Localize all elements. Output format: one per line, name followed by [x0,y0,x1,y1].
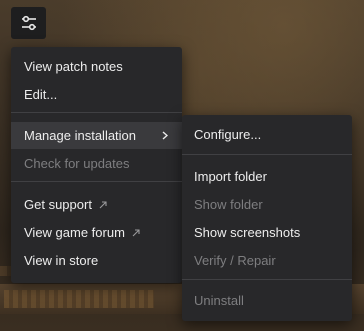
menu-item-get-support[interactable]: Get support [11,191,182,218]
background-sign [4,290,154,308]
chevron-right-icon [162,131,168,140]
menu-separator [11,112,182,113]
menu-separator [182,279,352,280]
menu-item-show-screenshots[interactable]: Show screenshots [182,219,352,246]
settings-menu-button[interactable] [11,7,46,39]
menu-item-label: Verify / Repair [194,253,276,268]
menu-item-uninstall: Uninstall [182,287,352,314]
menu-item-label: Manage installation [24,128,137,143]
menu-item-manage-installation[interactable]: Manage installation [11,122,182,149]
menu-item-label: Show screenshots [194,225,301,240]
menu-item-label: Uninstall [194,293,244,308]
menu-item-import-folder[interactable]: Import folder [182,163,352,190]
sliders-icon [21,15,36,31]
menu-separator [11,181,182,182]
manage-installation-submenu: Configure... Import folder Show folder S… [182,115,352,321]
menu-item-verify-repair: Verify / Repair [182,247,352,274]
menu-separator [182,154,352,155]
menu-item-configure[interactable]: Configure... [182,121,352,148]
menu-item-view-patch-notes[interactable]: View patch notes [11,53,182,80]
external-link-icon [99,200,107,209]
game-context-menu: View patch notes Edit... Manage installa… [11,47,182,283]
external-link-icon [132,228,140,237]
menu-item-label: Show folder [194,197,263,212]
menu-item-view-game-forum[interactable]: View game forum [11,219,182,246]
menu-item-label: Get support [24,197,92,212]
menu-item-show-folder: Show folder [182,191,352,218]
menu-item-label: Check for updates [24,156,130,171]
menu-item-view-in-store[interactable]: View in store [11,247,182,274]
menu-item-label: View patch notes [24,59,123,74]
menu-item-label: View game forum [24,225,125,240]
menu-item-label: Configure... [194,127,262,142]
menu-item-check-for-updates: Check for updates [11,150,182,177]
menu-item-label: Import folder [194,169,267,184]
menu-item-label: View in store [24,253,99,268]
menu-item-label: Edit... [24,87,58,102]
menu-item-edit[interactable]: Edit... [11,81,182,108]
